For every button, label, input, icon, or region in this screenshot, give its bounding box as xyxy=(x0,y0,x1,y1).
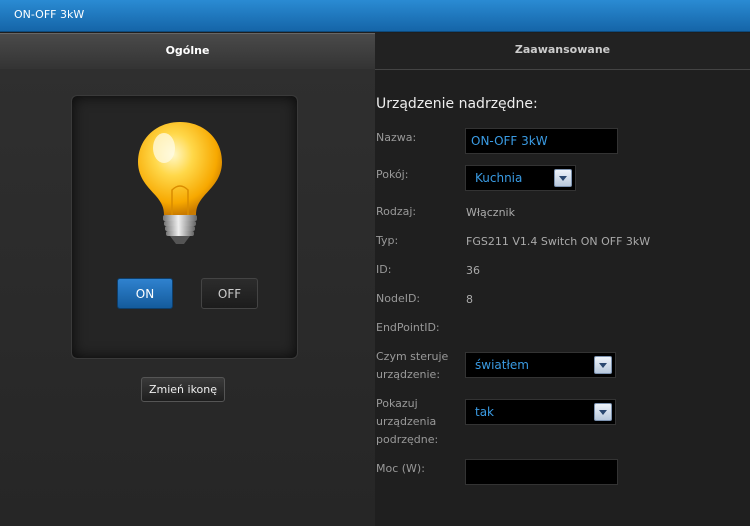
model-value: FGS211 V1.4 Switch ON OFF 3kW xyxy=(466,235,651,248)
id-label: ID: xyxy=(376,263,392,276)
endpointid-label: EndPointID: xyxy=(376,321,440,334)
controls-select[interactable]: światłem xyxy=(465,352,616,378)
show-label-line3: podrzędne: xyxy=(376,433,439,446)
room-label: Pokój: xyxy=(376,168,409,181)
chevron-down-icon[interactable] xyxy=(594,356,612,374)
show-children-select[interactable]: tak xyxy=(465,399,616,425)
nodeid-label: NodeID: xyxy=(376,292,421,305)
show-label-line2: urządzenia xyxy=(376,415,437,428)
power-input[interactable] xyxy=(465,459,618,485)
change-icon-button[interactable]: Zmień ikonę xyxy=(141,377,225,402)
controls-label-line2: urządzenie: xyxy=(376,368,441,381)
chevron-down-icon[interactable] xyxy=(554,169,572,187)
name-label: Nazwa: xyxy=(376,131,417,144)
type-label: Rodzaj: xyxy=(376,205,417,218)
name-input[interactable]: ON-OFF 3kW xyxy=(465,128,618,154)
type-value: Włącznik xyxy=(466,206,515,219)
off-button[interactable]: OFF xyxy=(201,278,258,309)
chevron-down-icon[interactable] xyxy=(594,403,612,421)
light-bulb-icon xyxy=(138,122,222,244)
on-button[interactable]: ON xyxy=(117,278,173,309)
room-select[interactable]: Kuchnia xyxy=(465,165,576,191)
show-label-line1: Pokazuj xyxy=(376,397,418,410)
tab-advanced[interactable]: Zaawansowane xyxy=(375,33,750,70)
show-children-select-value: tak xyxy=(475,405,495,419)
controls-select-value: światłem xyxy=(475,358,529,372)
room-select-value: Kuchnia xyxy=(475,171,523,185)
model-label: Typ: xyxy=(376,234,399,247)
tab-general[interactable]: Ogólne xyxy=(0,33,375,70)
power-label: Moc (W): xyxy=(376,462,425,475)
window-titlebar: ON-OFF 3kW xyxy=(0,0,750,32)
controls-label-line1: Czym steruje xyxy=(376,350,449,363)
window-title: ON-OFF 3kW xyxy=(14,8,85,21)
id-value: 36 xyxy=(466,264,480,277)
nodeid-value: 8 xyxy=(466,293,473,306)
section-title: Urządzenie nadrzędne: xyxy=(376,96,538,112)
